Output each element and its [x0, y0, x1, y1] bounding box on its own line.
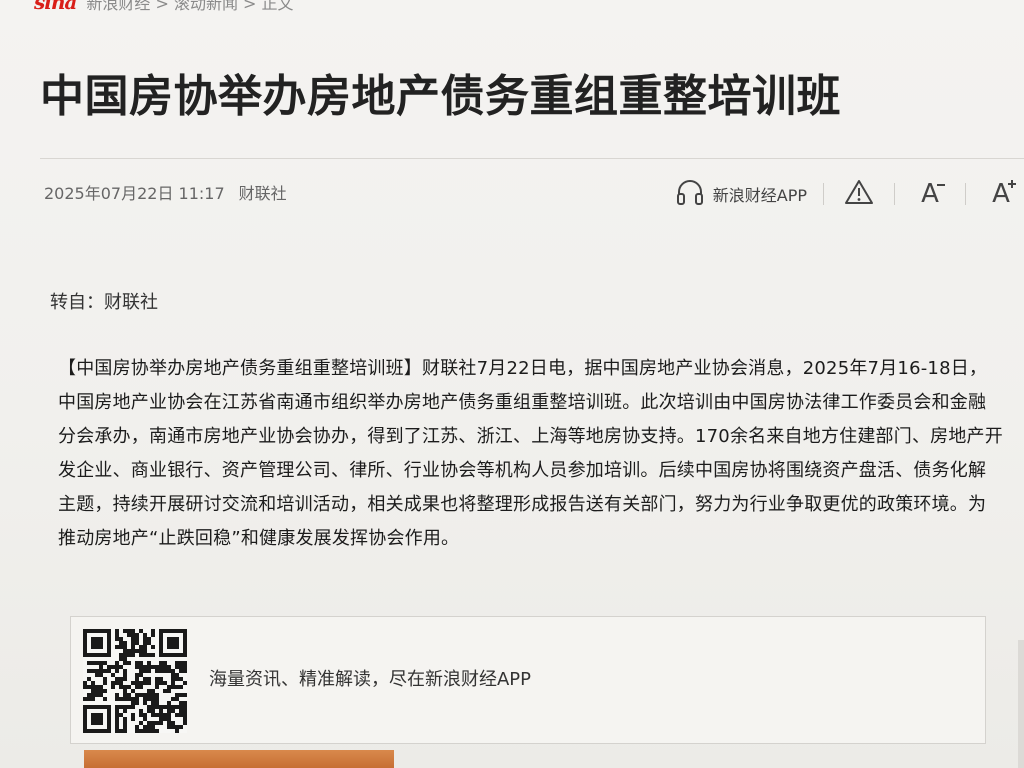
article-page: sina 新浪财经 > 滚动新闻 > 正文 中国房协举办房地产债务重组重整培训班…: [0, 0, 1024, 768]
font-increase-button[interactable]: A: [982, 176, 1020, 212]
article-toolbar: 新浪财经APP A A: [675, 176, 1020, 212]
article-body: 【中国房协举办房地产债务重组重整培训班】财联社7月22日电，据中国房地产业协会消…: [58, 358, 1003, 549]
article-source[interactable]: 财联社: [239, 180, 287, 204]
toolbar-separator: [823, 183, 824, 205]
font-increase-icon: A: [992, 179, 1016, 209]
article-meta: 2025年07月22日 11:17 财联社: [44, 180, 287, 204]
article-title: 中国房协举办房地产债务重组重整培训班: [40, 71, 841, 122]
app-link-button[interactable]: 新浪财经APP: [675, 178, 807, 210]
app-promo-box[interactable]: 海量资讯、精准解读，尽在新浪财经APP: [70, 616, 986, 744]
headphones-icon: [675, 178, 705, 210]
title-divider: [40, 158, 1024, 159]
report-button[interactable]: [840, 176, 878, 212]
font-decrease-icon: A: [921, 179, 945, 209]
top-breadcrumb-bar: sina 新浪财经 > 滚动新闻 > 正文: [34, 0, 294, 14]
article-image-partial: [84, 750, 394, 768]
reprint-source: 转自：财联社: [50, 292, 158, 313]
promo-text: 海量资讯、精准解读，尽在新浪财经APP: [209, 669, 532, 690]
toolbar-separator: [894, 183, 895, 205]
app-link-label: 新浪财经APP: [712, 186, 807, 205]
sina-logo[interactable]: sina: [34, 0, 77, 14]
toolbar-separator: [965, 183, 966, 205]
breadcrumb[interactable]: 新浪财经 > 滚动新闻 > 正文: [86, 0, 293, 14]
warning-icon: [844, 178, 874, 210]
publish-date: 2025年07月22日 11:17: [44, 184, 225, 203]
qr-code-icon: [83, 629, 187, 733]
font-decrease-button[interactable]: A: [911, 176, 949, 212]
page-edge: [1018, 640, 1024, 768]
